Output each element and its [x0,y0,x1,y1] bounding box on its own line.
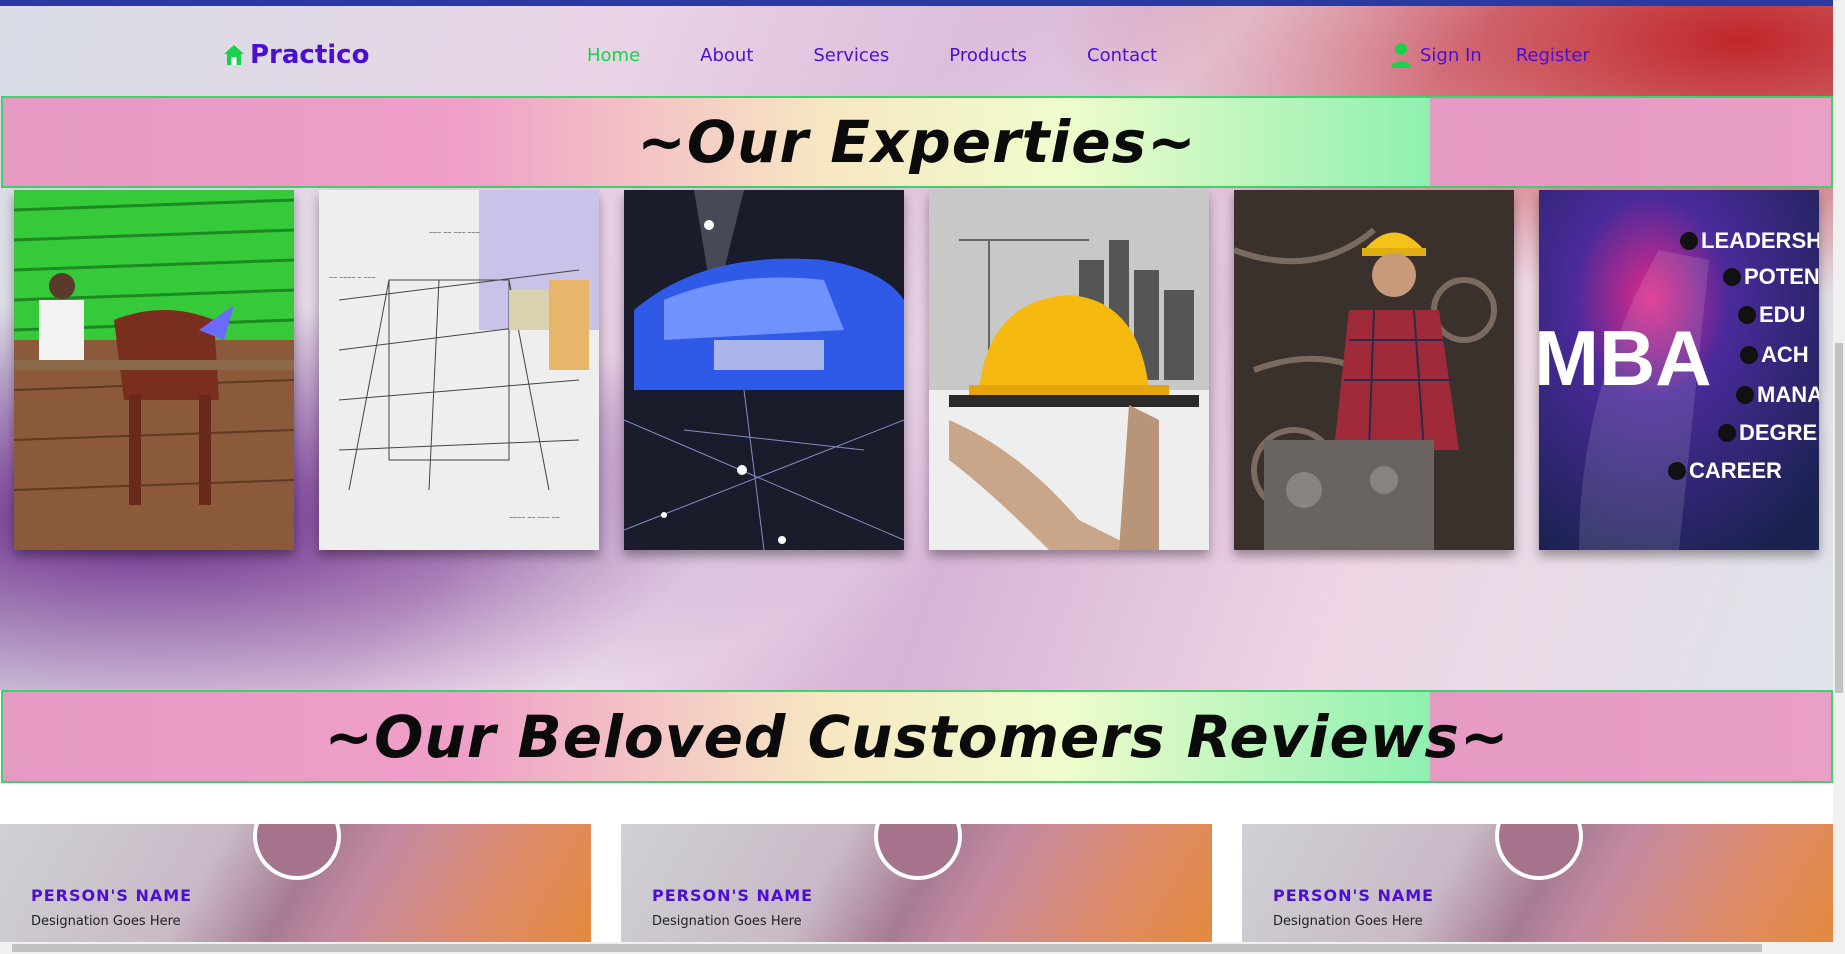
register-link[interactable]: Register [1516,45,1590,66]
review-card: PERSON'S NAME Designation Goes Here [0,824,591,954]
svg-text:~~~ ~~ ~~~ ~~~: ~~~ ~~ ~~~ ~~~ [429,230,480,237]
person-name: PERSON'S NAME [652,886,814,905]
person-name: PERSON'S NAME [31,886,193,905]
vertical-scrollbar[interactable] [1833,0,1845,942]
mba-image[interactable]: MBA LEADERSH POTEN EDU ACH MANA DEGRE CAREER [1539,190,1819,550]
horizontal-scroll-thumb[interactable] [12,944,1762,952]
experties-title: ~Our Experties~ [637,108,1197,176]
svg-text:~~ ~~~~ ~ ~~~: ~~ ~~~~ ~ ~~~ [329,275,376,282]
bullet-icon [1680,232,1698,250]
nav-link-contact[interactable]: Contact [1087,45,1157,66]
mba-label: MANA [1757,382,1819,407]
bullet-icon [1740,346,1758,364]
nav-link-about[interactable]: About [700,45,753,66]
construction-image[interactable] [929,190,1209,550]
automobile-image[interactable] [624,190,904,550]
review-card: PERSON'S NAME Designation Goes Here [621,824,1212,954]
person-designation: Designation Goes Here [1273,914,1423,929]
home-icon [224,45,244,65]
bullet-icon [1738,306,1756,324]
bullet-icon [1736,386,1754,404]
nav-links: Home About Services Products Contact [587,45,1157,66]
mba-label: EDU [1759,302,1805,327]
reviews-title: ~Our Beloved Customers Reviews~ [324,702,1510,771]
horizontal-scrollbar[interactable] [0,942,1845,954]
svg-text:~~~~ ~~ ~~~ ~~: ~~~~ ~~ ~~~ ~~ [509,515,560,522]
review-card: PERSON'S NAME Designation Goes Here [1242,824,1833,954]
mba-label: DEGRE [1739,420,1817,445]
brand[interactable]: Practico [222,40,369,70]
mba-label: POTEN [1744,264,1819,289]
person-designation: Designation Goes Here [31,914,181,929]
person-name: PERSON'S NAME [1273,886,1435,905]
auth-links: Sign In Register [1390,42,1590,68]
sign-in-link[interactable]: Sign In [1420,45,1482,66]
bullet-icon [1723,268,1741,286]
mechanical-image[interactable] [1234,190,1514,550]
bullet-icon [1718,424,1736,442]
vertical-scroll-thumb[interactable] [1835,343,1843,693]
brand-name: Practico [250,40,370,70]
mba-big-text: MBA [1539,314,1712,402]
reviews-banner: ~Our Beloved Customers Reviews~ [1,690,1833,783]
mba-label: LEADERSH [1701,228,1819,253]
person-designation: Designation Goes Here [652,914,802,929]
architecture-image[interactable]: ~~~ ~~ ~~~ ~~~ ~~ ~~~~ ~ ~~~ ~~~~ ~~ ~~~… [319,190,599,550]
avatar [1495,824,1583,880]
experties-gallery: ~~~ ~~ ~~~ ~~~ ~~ ~~~~ ~ ~~~ ~~~~ ~~ ~~~… [14,190,1819,550]
avatar [253,824,341,880]
user-icon [1391,43,1411,68]
bullet-icon [1668,462,1686,480]
nav-link-services[interactable]: Services [813,45,889,66]
navbar: Practico Home About Services Products Co… [0,6,1833,96]
experties-banner: ~Our Experties~ [1,96,1833,188]
nav-link-home[interactable]: Home [587,45,640,66]
avatar [874,824,962,880]
nav-link-products[interactable]: Products [949,45,1027,66]
agriculture-image[interactable] [14,190,294,550]
mba-label: ACH [1761,342,1809,367]
mba-label: CAREER [1689,458,1782,483]
